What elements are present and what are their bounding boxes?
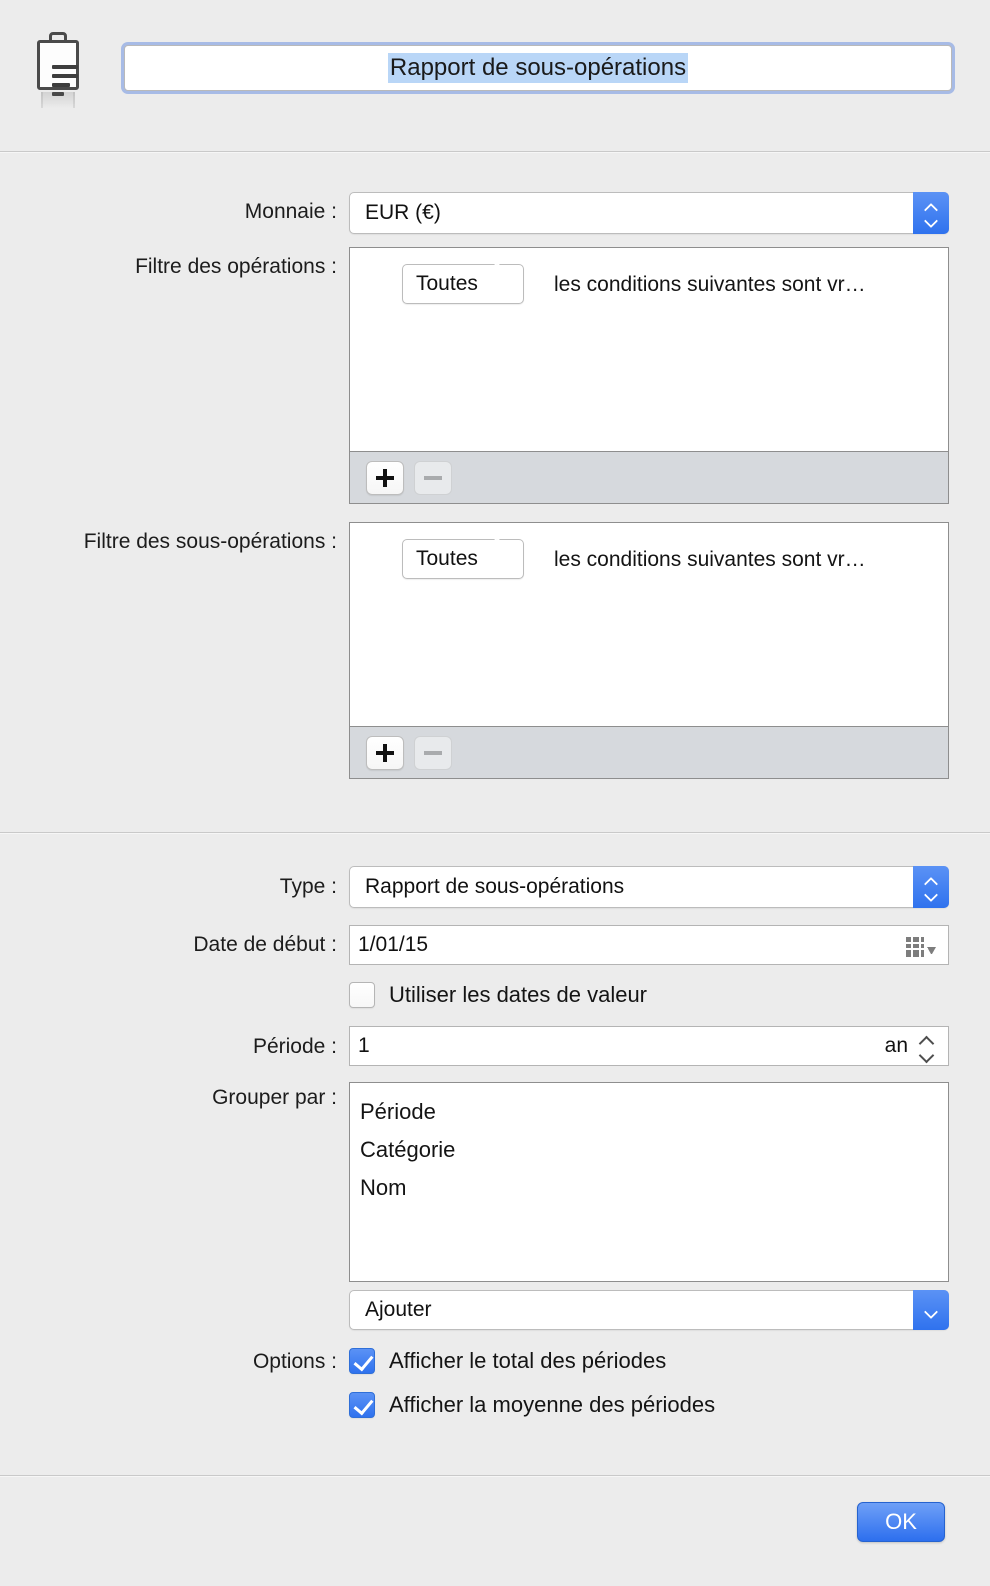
list-item[interactable]: Catégorie: [360, 1131, 948, 1169]
currency-value: EUR (€): [365, 201, 441, 224]
minus-icon: [424, 750, 442, 755]
option-average-label: Afficher la moyenne des périodes: [389, 1392, 716, 1417]
filters-divider: [0, 832, 990, 833]
group-by-add-label: Ajouter: [365, 1298, 432, 1321]
report-title-text: Rapport de sous-opérations: [387, 53, 689, 83]
option-average-checkbox[interactable]: [349, 1392, 375, 1418]
period-value: 1: [358, 1034, 370, 1057]
calendar-icon[interactable]: [906, 933, 936, 957]
list-item[interactable]: Nom: [360, 1169, 948, 1207]
subtransaction-filter-condition-text: les conditions suivantes sont vr…: [554, 548, 866, 571]
group-by-list[interactable]: Période Catégorie Nom: [349, 1082, 949, 1282]
period-unit: an: [884, 1034, 908, 1057]
subtransaction-filter-remove-button[interactable]: [414, 735, 452, 770]
chevron-down-icon[interactable]: [913, 1290, 949, 1330]
report-settings-dialog: Rapport de sous-opérations Monnaie : EUR…: [0, 0, 990, 1586]
value-dates-label: Utiliser les dates de valeur: [389, 982, 648, 1007]
transaction-filter-match-select[interactable]: Toutes: [402, 264, 524, 304]
transaction-filter-match-value: Toutes: [416, 272, 478, 295]
transaction-filter-add-button[interactable]: [366, 460, 404, 495]
period-input[interactable]: 1 an: [349, 1026, 949, 1066]
subtransaction-filter-match-value: Toutes: [416, 547, 478, 570]
transaction-filter-condition-text: les conditions suivantes sont vr…: [554, 273, 866, 296]
ok-button[interactable]: OK: [857, 1502, 945, 1542]
option-average-row[interactable]: Afficher la moyenne des périodes: [349, 1392, 715, 1418]
start-date-input[interactable]: 1/01/15: [349, 925, 949, 965]
list-item[interactable]: Période: [360, 1093, 948, 1131]
options-label: Options :: [252, 1350, 337, 1373]
minus-icon: [424, 475, 442, 480]
group-by-label: Grouper par :: [212, 1086, 337, 1109]
subtransaction-filter-match-select[interactable]: Toutes: [402, 539, 524, 579]
plus-icon: [376, 468, 394, 487]
currency-select[interactable]: EUR (€): [349, 192, 949, 234]
transaction-filter-toolbar: [349, 452, 949, 504]
transaction-filter-box: Toutes les conditions suivantes sont vr…: [349, 247, 949, 452]
subtransaction-filter-label: Filtre des sous-opérations :: [83, 530, 337, 553]
option-total-checkbox[interactable]: [349, 1348, 375, 1374]
type-select[interactable]: Rapport de sous-opérations: [349, 866, 949, 908]
subtransaction-filter-box: Toutes les conditions suivantes sont vr…: [349, 522, 949, 727]
currency-label: Monnaie :: [244, 200, 337, 223]
chevron-updown-icon[interactable]: [913, 192, 949, 234]
report-title-input[interactable]: Rapport de sous-opérations: [124, 45, 952, 91]
chevron-updown-icon[interactable]: [913, 866, 949, 908]
period-label: Période :: [252, 1035, 337, 1058]
value-dates-checkbox-row[interactable]: Utiliser les dates de valeur: [349, 982, 647, 1008]
type-label: Type :: [279, 875, 337, 898]
chevron-updown-icon[interactable]: [491, 263, 523, 303]
plus-icon: [376, 743, 394, 762]
start-date-value: 1/01/15: [358, 933, 429, 956]
period-stepper[interactable]: [916, 1029, 936, 1063]
option-total-row[interactable]: Afficher le total des périodes: [349, 1348, 666, 1374]
chevron-updown-icon[interactable]: [491, 538, 523, 578]
dialog-header: Rapport de sous-opérations: [0, 0, 990, 151]
transaction-filter-remove-button[interactable]: [414, 460, 452, 495]
option-total-label: Afficher le total des périodes: [389, 1348, 667, 1373]
clipboard-icon: [33, 30, 83, 108]
start-date-label: Date de début :: [193, 933, 337, 956]
transaction-filter-label: Filtre des opérations :: [135, 255, 337, 278]
footer-divider: [0, 1475, 990, 1476]
group-by-add-menu[interactable]: Ajouter: [349, 1290, 949, 1330]
type-value: Rapport de sous-opérations: [365, 875, 625, 898]
subtransaction-filter-add-button[interactable]: [366, 735, 404, 770]
header-divider: [0, 151, 990, 152]
value-dates-checkbox[interactable]: [349, 982, 375, 1008]
subtransaction-filter-toolbar: [349, 727, 949, 779]
